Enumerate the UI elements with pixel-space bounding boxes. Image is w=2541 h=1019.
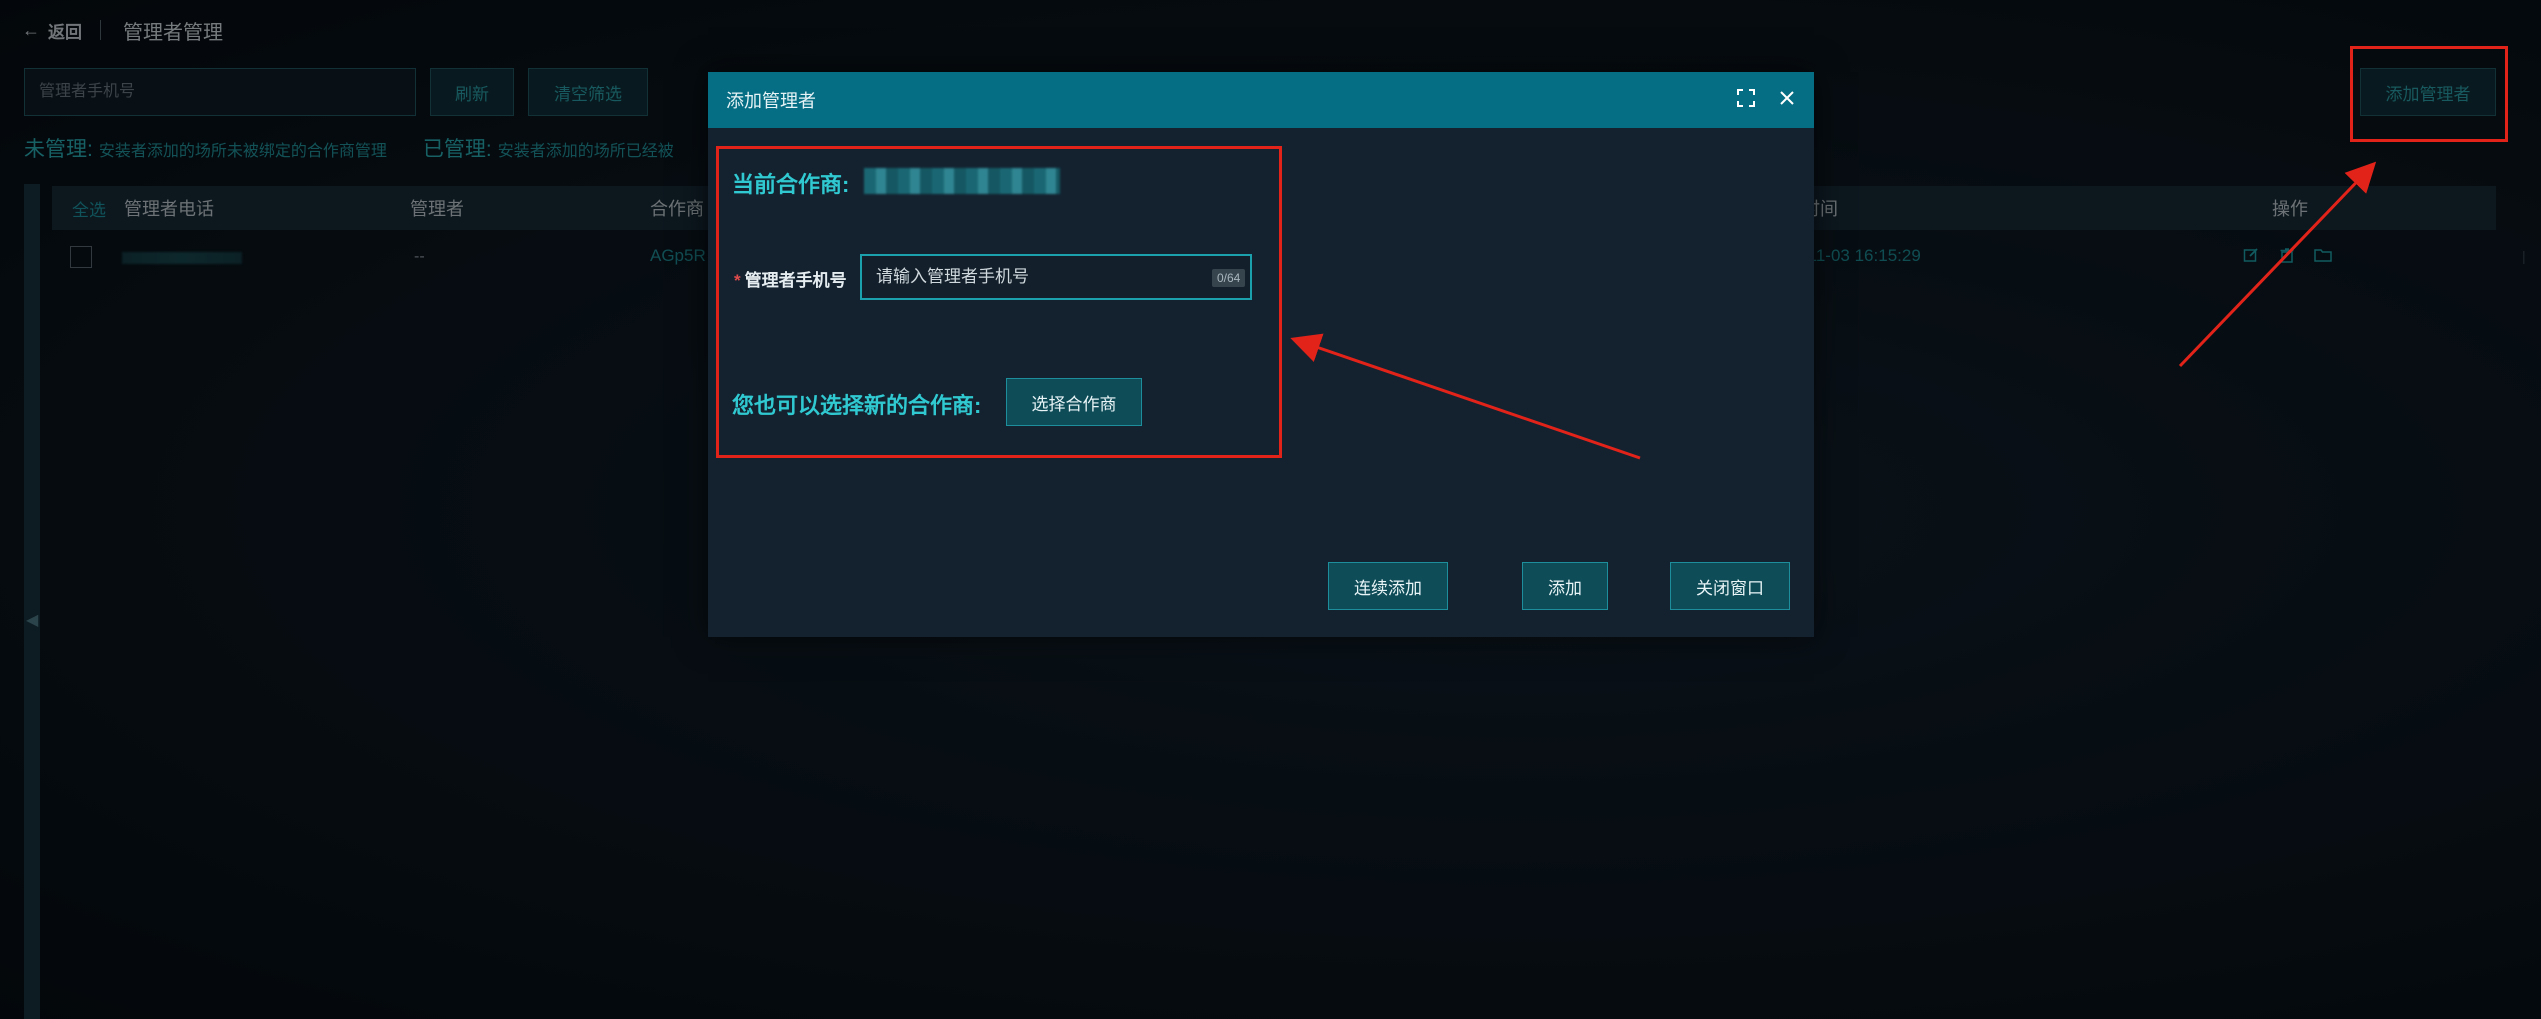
char-count: 0/64 — [1212, 269, 1246, 287]
admin-phone-input[interactable] — [860, 254, 1252, 300]
phone-field-label-text: 管理者手机号 — [744, 271, 847, 290]
dialog-tools — [1736, 88, 1796, 113]
dialog-header: 添加管理者 — [708, 72, 1814, 128]
fullscreen-icon[interactable] — [1736, 88, 1756, 113]
page: ← 返回 管理者管理 刷新 清空筛选 添加管理者 未管理: 安装者添加的场所未被… — [0, 0, 2541, 1019]
add-button[interactable]: 添加 — [1522, 562, 1608, 610]
annotation-box-add-admin — [2350, 46, 2508, 142]
close-dialog-button[interactable]: 关闭窗口 — [1670, 562, 1790, 610]
choose-partner-button[interactable]: 选择合作商 — [1006, 378, 1142, 426]
current-partner-value-masked — [864, 168, 1060, 194]
close-icon[interactable] — [1778, 89, 1796, 112]
current-partner-label: 当前合作商: — [732, 172, 850, 197]
continue-add-button[interactable]: 连续添加 — [1328, 562, 1448, 610]
required-mark: * — [734, 271, 741, 290]
add-admin-dialog: 添加管理者 当前合作商: *管理者手机号 0/64 您也可以选择新的合作商: 选… — [708, 72, 1814, 637]
dialog-title: 添加管理者 — [726, 91, 816, 111]
choose-partner-label: 您也可以选择新的合作商: — [732, 393, 982, 418]
phone-field-label: * 管理者手机号 — [734, 266, 847, 291]
